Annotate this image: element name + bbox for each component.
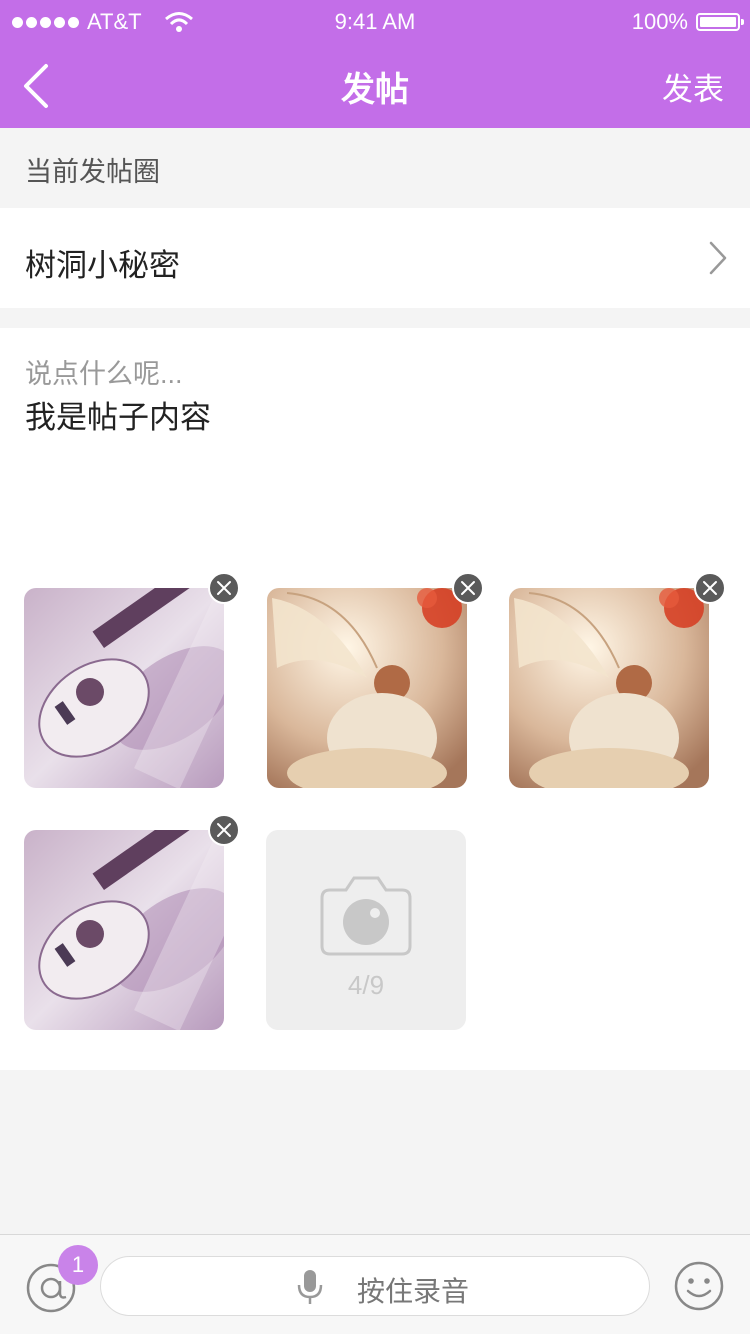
- photo-thumbnail[interactable]: [24, 588, 224, 788]
- ukulele-photo-icon: [24, 830, 224, 1030]
- photo-thumbnail[interactable]: [509, 588, 709, 788]
- status-right: 100%: [631, 9, 744, 35]
- page-title: 发帖: [341, 71, 409, 109]
- remove-photo-button[interactable]: [208, 572, 240, 604]
- post-editor: 说点什么呢... 我是帖子内容 4/9: [0, 328, 750, 1070]
- hold-to-record-button[interactable]: 按住录音: [100, 1256, 650, 1316]
- remove-photo-button[interactable]: [452, 572, 484, 604]
- photo-count: 4/9: [347, 970, 385, 1000]
- remove-photo-button[interactable]: [208, 814, 240, 846]
- record-label: 按住录音: [357, 1276, 470, 1307]
- emoji-icon[interactable]: [674, 1261, 724, 1311]
- nav-bar: 发帖 发表: [0, 44, 750, 128]
- chevron-right-icon: [709, 241, 727, 275]
- camera-icon: [320, 876, 412, 956]
- remove-photo-button[interactable]: [694, 572, 726, 604]
- circle-section-label: 当前发帖圈: [25, 157, 160, 187]
- post-placeholder: 说点什么呢...: [25, 359, 183, 389]
- battery-label: 100%: [631, 9, 688, 34]
- publish-button[interactable]: 发表: [662, 64, 724, 109]
- bottom-toolbar: 1 按住录音: [0, 1234, 750, 1334]
- ukulele-photo-icon: [24, 588, 224, 788]
- circle-selector[interactable]: 树洞小秘密: [0, 208, 750, 308]
- microphone-icon: [297, 1270, 323, 1304]
- add-photo-button[interactable]: 4/9: [266, 830, 466, 1030]
- mention-badge: 1: [58, 1245, 98, 1285]
- status-bar: AT&T 9:41 AM 100%: [0, 0, 750, 44]
- photo-thumbnail[interactable]: [24, 830, 224, 1030]
- fairy-photo-icon: [509, 588, 709, 788]
- battery-icon: [696, 13, 744, 31]
- photo-thumbnail[interactable]: [267, 588, 467, 788]
- post-text-input[interactable]: 我是帖子内容: [25, 392, 211, 437]
- circle-name: 树洞小秘密: [25, 248, 180, 283]
- fairy-photo-icon: [267, 588, 467, 788]
